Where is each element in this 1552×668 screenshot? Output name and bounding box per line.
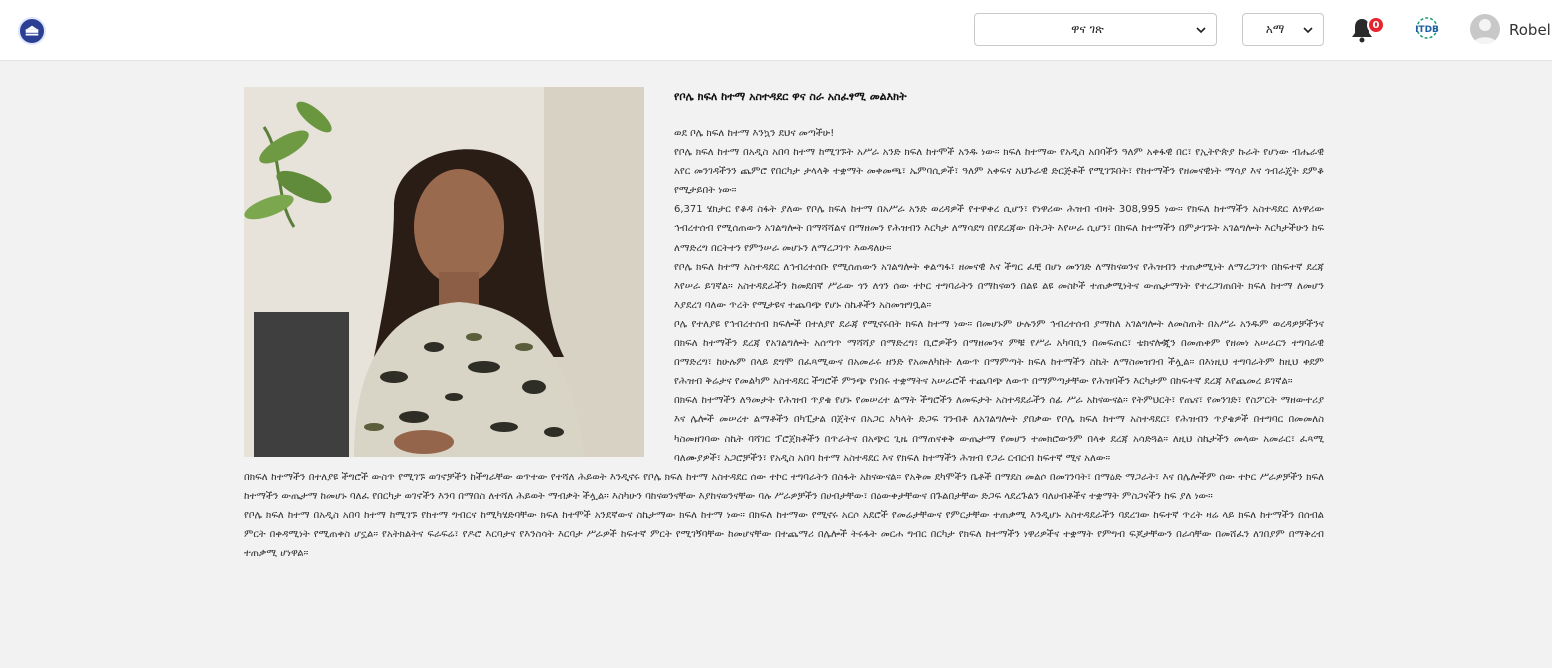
user-avatar-icon[interactable] [1470,14,1500,44]
chevron-down-icon [1303,26,1313,33]
page-select[interactable]: ዋና ገጽ [974,13,1217,46]
notification-badge: 0 [1367,16,1385,34]
svg-text:ITDB: ITDB [1415,25,1439,35]
article-body: ወደ ቦሌ ክፍለ ከተማ እንኳን ደህና መጣችሁ! የቦሌ ክፍለ ከተማ… [244,124,1324,563]
article-paragraph: የቦሌ ክፍለ ከተማ በአዲስ አበባ ከተማ ከሚገኙ የከተማ ግብርና … [244,509,1324,560]
itdb-logo[interactable]: ITDB [1410,16,1444,46]
page-select-value: ዋና ገጽ [1071,22,1104,36]
emblem-icon[interactable] [18,17,46,45]
article-paragraph: በክፍለ ከተማችን በተለያዩ ችግሮች ውስጥ የሚገኙ ወገኖቻችን ከች… [244,471,1324,502]
user-name[interactable]: Robel [1509,21,1551,39]
article-title: የቦሌ ክፍለ ከተማ አስተዳደር ዋና ስራ አስፈፃሚ መልእክት [674,90,907,103]
chevron-down-icon [1196,26,1206,33]
top-navbar: ዋና ገጽ አማ 0 ITDB Robel [0,0,1552,61]
language-select[interactable]: አማ [1242,13,1324,46]
language-select-value: አማ [1265,22,1285,36]
photo-spacer [244,124,674,464]
